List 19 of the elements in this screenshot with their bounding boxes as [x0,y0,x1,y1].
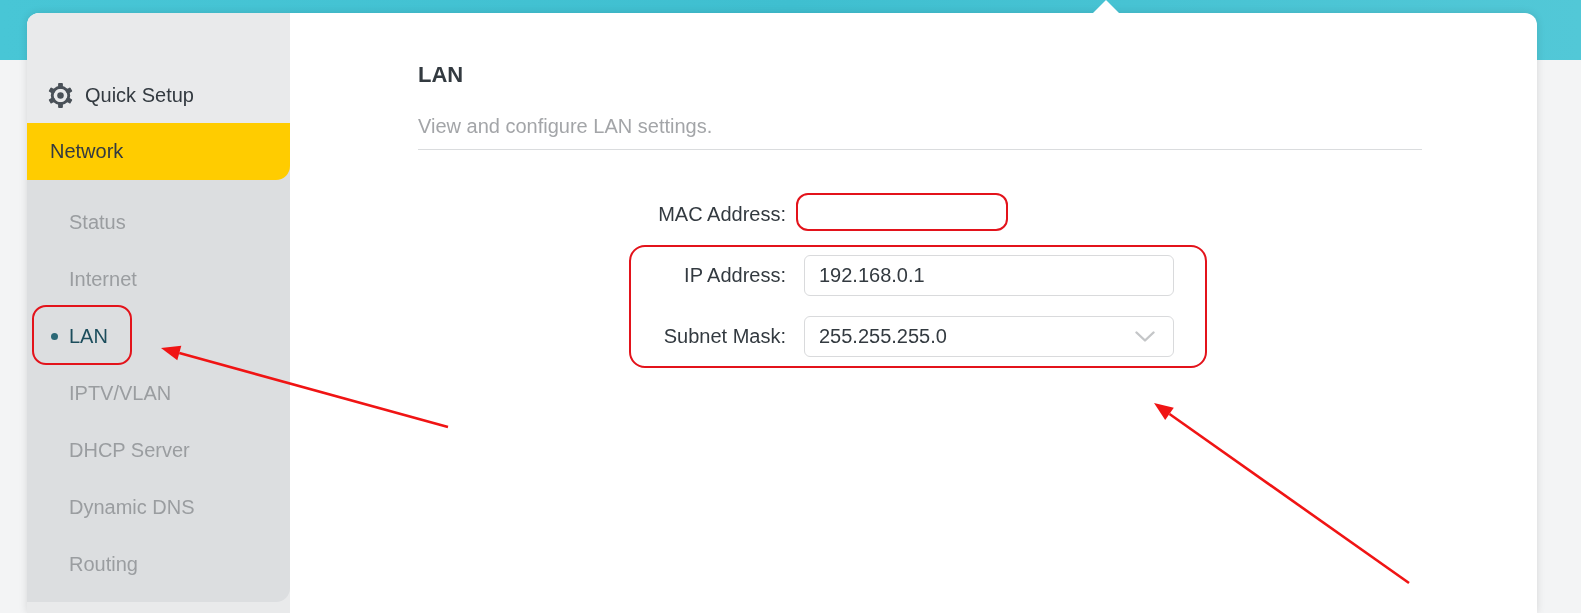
sidebar-item[interactable]: Internet [27,251,290,308]
sidebar-section-header[interactable]: Network [27,123,290,180]
dropdown-field[interactable]: 255.255.255.0 [804,316,1174,357]
page-subtitle: View and configure LAN settings. [418,114,713,138]
field-label: IP Address: [684,264,786,287]
field-label: MAC Address: [658,203,786,226]
gear-icon [48,82,73,108]
sidebar-link[interactable]: Quick Setup [27,67,290,123]
sidebar-item[interactable]: Dynamic DNS [27,479,290,536]
sidebar-item[interactable]: Status [27,194,290,251]
chevron-down-icon [1135,331,1155,342]
sidebar-item[interactable]: DHCP Server [27,422,290,479]
sidebar-item[interactable]: Routing [27,536,290,593]
sidebar-item[interactable]: LAN [27,308,290,365]
selected-dot-icon [51,333,58,340]
text-field[interactable]: 192.168.0.1 [804,255,1174,296]
field-label: Subnet Mask: [663,325,786,348]
page-title: LAN [418,62,464,88]
sidebar-item[interactable]: IPTV/VLAN [27,365,290,422]
